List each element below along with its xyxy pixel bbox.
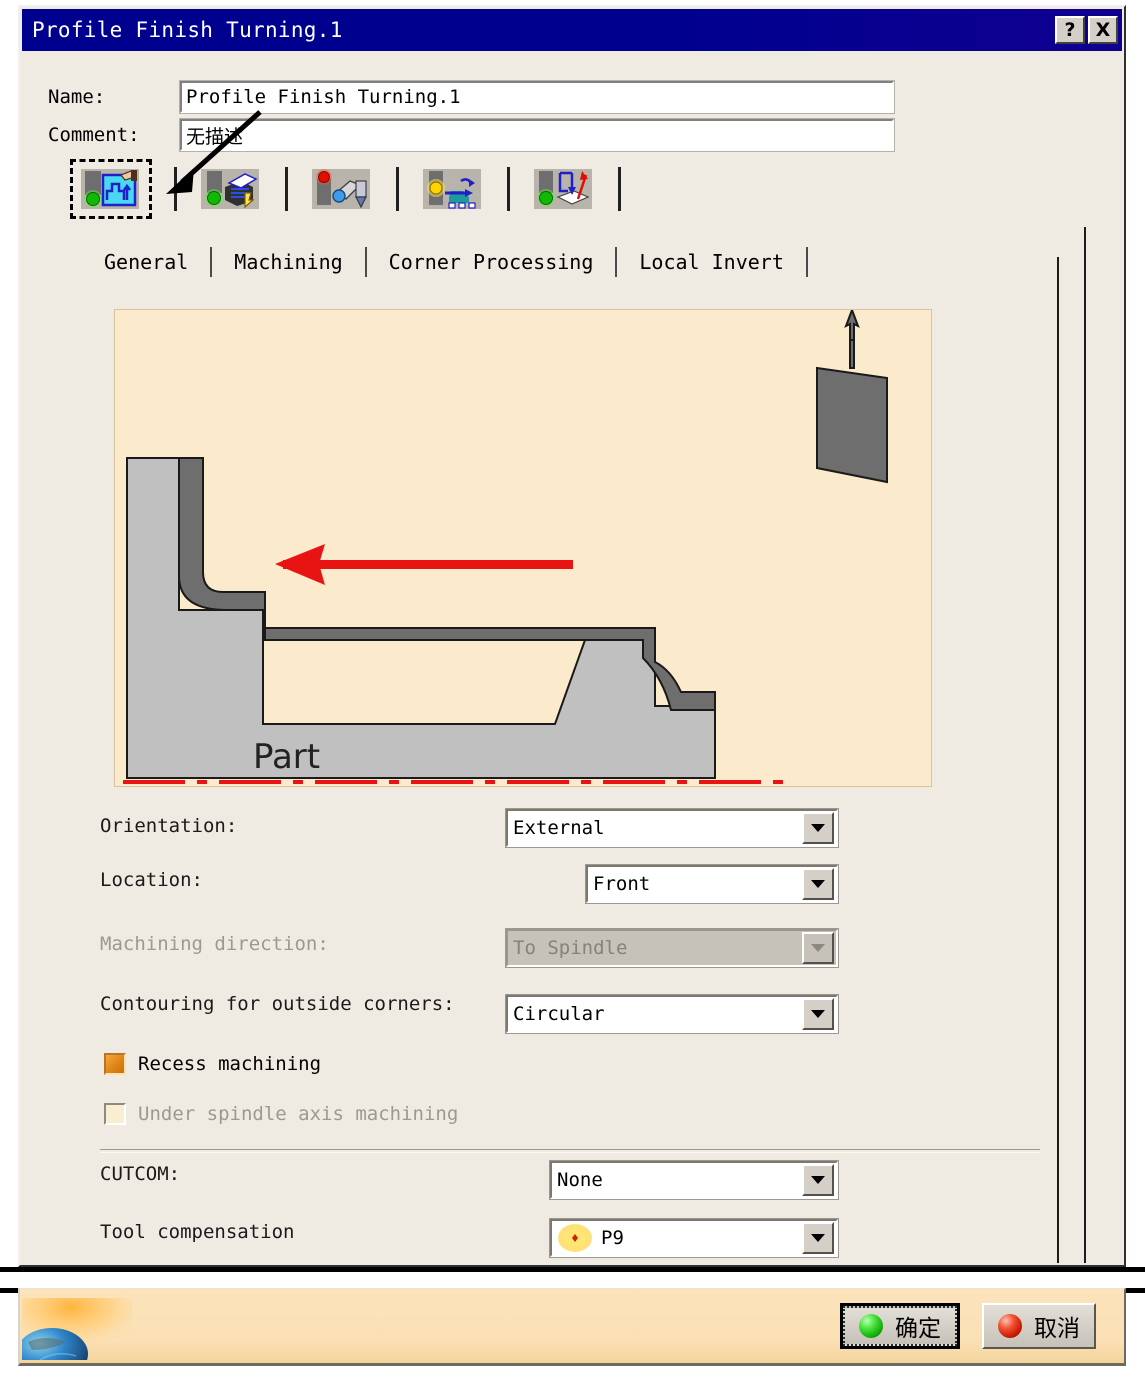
tab-machining[interactable]: Machining bbox=[212, 250, 364, 274]
under-spindle-axis-row: Under spindle axis machining bbox=[22, 1093, 1122, 1149]
cutcom-row: CUTCOM: None bbox=[22, 1149, 1122, 1207]
recess-machining-label: Recess machining bbox=[138, 1053, 322, 1075]
orientation-row: Orientation: External bbox=[22, 803, 1122, 855]
chevron-down-icon bbox=[802, 932, 834, 964]
ok-button-label: 确定 bbox=[895, 1316, 941, 1342]
tool-compensation-value-text: P9 bbox=[601, 1227, 624, 1249]
general-tab-form: Orientation: External Location: Front Ma… bbox=[22, 803, 1122, 1265]
location-dropdown[interactable]: Front bbox=[585, 864, 839, 904]
location-row: Location: Front bbox=[22, 855, 1122, 917]
tab-general[interactable]: General bbox=[82, 250, 210, 274]
name-input[interactable]: Profile Finish Turning.1 bbox=[179, 80, 895, 114]
recess-machining-row[interactable]: Recess machining bbox=[22, 1043, 1122, 1093]
contouring-row: Contouring for outside corners: Circular bbox=[22, 981, 1122, 1043]
close-icon[interactable]: X bbox=[1088, 16, 1118, 44]
toolbar-separator-1 bbox=[174, 167, 177, 211]
machining-direction-row: Machining direction: To Spindle bbox=[22, 917, 1122, 981]
dialog-footer: 确定 取消 bbox=[18, 1288, 1126, 1366]
toolbar-separator-2 bbox=[285, 167, 288, 211]
location-value: Front bbox=[593, 873, 651, 895]
dialog-inner-edge-line bbox=[1084, 227, 1086, 1263]
ok-button[interactable]: 确定 bbox=[840, 1303, 960, 1349]
comment-input[interactable]: 无描述 bbox=[179, 118, 895, 152]
form-divider bbox=[100, 1149, 1040, 1153]
machining-direction-dropdown: To Spindle bbox=[505, 928, 839, 968]
cutcom-label: CUTCOM: bbox=[100, 1163, 181, 1185]
tool-compensation-row: Tool compensation P9 bbox=[22, 1207, 1122, 1265]
toolbar-separator-5 bbox=[618, 167, 621, 211]
part-label: Part bbox=[253, 737, 320, 777]
chevron-down-icon[interactable] bbox=[802, 868, 834, 900]
page-toolbar bbox=[70, 159, 643, 219]
profile-finish-turning-dialog: Profile Finish Turning.1 ? X Name: Profi… bbox=[18, 5, 1126, 1267]
name-row: Name: Profile Finish Turning.1 bbox=[48, 80, 895, 114]
chevron-down-icon[interactable] bbox=[802, 1222, 834, 1254]
contouring-dropdown[interactable]: Circular bbox=[505, 994, 839, 1034]
tool-compensation-dropdown[interactable]: P9 bbox=[549, 1218, 839, 1258]
cancel-status-icon bbox=[998, 1314, 1022, 1338]
chevron-down-icon[interactable] bbox=[802, 1164, 834, 1196]
dialog-title: Profile Finish Turning.1 bbox=[32, 18, 343, 42]
orientation-dropdown[interactable]: External bbox=[505, 808, 839, 848]
globe-logo bbox=[22, 1298, 132, 1360]
chevron-down-icon[interactable] bbox=[802, 812, 834, 844]
dialog-titlebar: Profile Finish Turning.1 ? X bbox=[22, 9, 1122, 51]
tab-corner-processing[interactable]: Corner Processing bbox=[367, 250, 616, 274]
name-label: Name: bbox=[48, 86, 106, 108]
contouring-value: Circular bbox=[513, 1003, 605, 1025]
machining-direction-label: Machining direction: bbox=[100, 933, 329, 955]
toolbar-item-geometry-icon[interactable] bbox=[79, 166, 143, 212]
cutcom-dropdown[interactable]: None bbox=[549, 1160, 839, 1200]
scrollbar-track-line[interactable] bbox=[1057, 257, 1059, 1263]
tool-compensation-label: Tool compensation bbox=[100, 1221, 295, 1243]
cancel-button[interactable]: 取消 bbox=[982, 1303, 1096, 1349]
help-button[interactable]: ? bbox=[1055, 16, 1085, 44]
cancel-button-label: 取消 bbox=[1034, 1316, 1080, 1342]
separator-bar-top bbox=[0, 1267, 1145, 1272]
toolbar-item-tool-icon[interactable] bbox=[310, 166, 374, 212]
machining-direction-value: To Spindle bbox=[513, 937, 628, 959]
machining-preview-diagram[interactable]: Part bbox=[114, 309, 932, 787]
under-spindle-axis-checkbox bbox=[104, 1103, 126, 1125]
tool-compensation-value: P9 bbox=[552, 1223, 802, 1253]
chevron-down-icon[interactable] bbox=[802, 998, 834, 1030]
under-spindle-axis-label: Under spindle axis machining bbox=[138, 1103, 459, 1125]
toolbar-selection-marker bbox=[70, 159, 152, 219]
tab-separator-4 bbox=[805, 247, 808, 277]
toolbar-separator-3 bbox=[396, 167, 399, 211]
dialog-body: Name: Profile Finish Turning.1 Comment: … bbox=[22, 51, 1122, 1265]
comment-row: Comment: 无描述 bbox=[48, 118, 895, 152]
ok-status-icon bbox=[859, 1314, 883, 1338]
tab-bar: General Machining Corner Processing Loca… bbox=[82, 247, 808, 277]
cutcom-value: None bbox=[557, 1169, 603, 1191]
contouring-label: Contouring for outside corners: bbox=[100, 993, 455, 1015]
orientation-label: Orientation: bbox=[100, 815, 238, 837]
recess-machining-checkbox[interactable] bbox=[104, 1053, 126, 1075]
comment-label: Comment: bbox=[48, 124, 140, 146]
toolbar-item-strategy-icon[interactable] bbox=[199, 166, 263, 212]
tab-local-invert[interactable]: Local Invert bbox=[617, 250, 806, 274]
orientation-value: External bbox=[513, 817, 605, 839]
toolbar-item-feeds-speeds-icon[interactable] bbox=[421, 166, 485, 212]
toolbar-separator-4 bbox=[507, 167, 510, 211]
location-label: Location: bbox=[100, 869, 203, 891]
toolbar-item-macros-icon[interactable] bbox=[532, 166, 596, 212]
compensation-point-icon bbox=[558, 1224, 592, 1252]
